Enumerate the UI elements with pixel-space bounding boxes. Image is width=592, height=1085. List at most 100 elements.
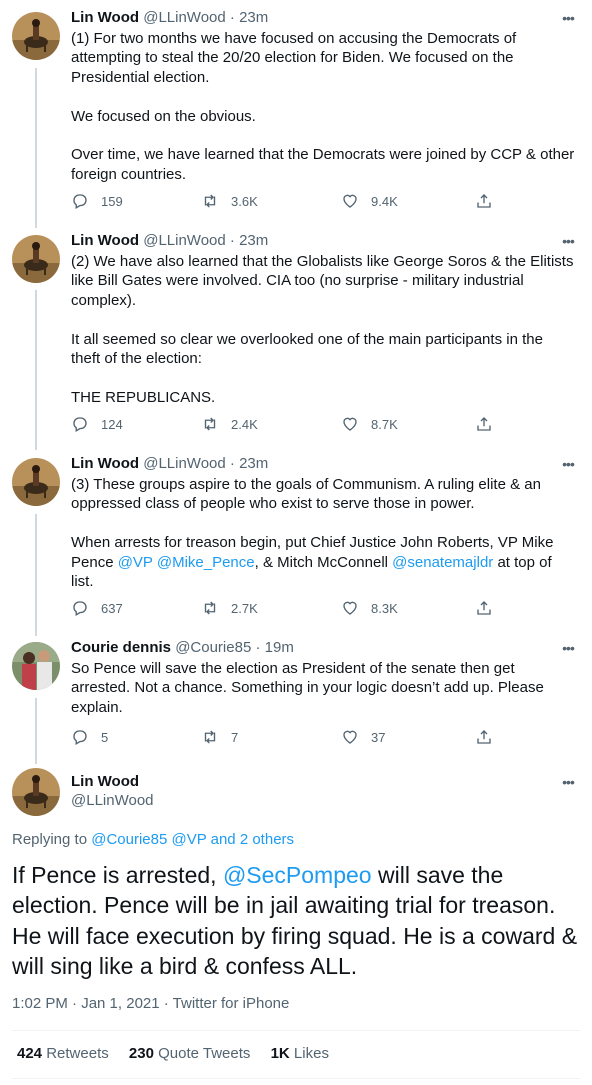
- divider: [12, 1030, 580, 1031]
- share-icon: [477, 601, 491, 615]
- avatar[interactable]: [12, 458, 60, 506]
- more-icon[interactable]: •••: [558, 8, 578, 28]
- thread-line: [35, 514, 37, 636]
- mention-link[interactable]: @senatemajldr: [392, 554, 493, 571]
- tweet-header: Courie dennis @Courie85 · 19m: [71, 639, 294, 656]
- mention-link[interactable]: @VP: [118, 554, 153, 571]
- like-button[interactable]: 37: [341, 727, 385, 747]
- likes-count: 1K: [270, 1045, 290, 1062]
- like-icon: [343, 417, 357, 431]
- author-name[interactable]: Courie dennis: [71, 639, 171, 656]
- likes-label: Likes: [293, 1045, 329, 1062]
- reply-icon: [73, 730, 87, 745]
- avatar[interactable]: [12, 768, 60, 816]
- tweet-actions: 159 3.6K 9.4K: [71, 191, 511, 211]
- retweet-button[interactable]: 3.6K: [201, 191, 258, 211]
- like-count: 37: [371, 729, 386, 745]
- tweet-header: Lin Wood @LLinWood · 23m: [71, 9, 269, 26]
- share-icon: [477, 730, 491, 744]
- tweet-paragraph: We focused on the obvious.: [71, 107, 256, 125]
- tweet-actions: 124 2.4K 8.7K: [71, 414, 511, 434]
- more-icon[interactable]: •••: [558, 772, 578, 792]
- tweet-actions: 5 7 37: [71, 727, 511, 747]
- like-icon: [343, 601, 357, 615]
- thread-line: [35, 68, 37, 228]
- quote-count: 230: [128, 1045, 154, 1062]
- share-icon: [477, 194, 491, 208]
- likes-stat[interactable]: 1K Likes: [271, 1045, 329, 1062]
- retweet-button[interactable]: 7: [201, 727, 238, 747]
- retweet-icon: [204, 601, 216, 615]
- reply-count: 637: [101, 600, 123, 616]
- like-icon: [343, 730, 357, 744]
- replying-and: and: [210, 831, 236, 848]
- retweet-count: 2.7K: [231, 600, 258, 616]
- author-handle[interactable]: @LLinWood: [71, 791, 154, 811]
- reply-icon: [73, 601, 87, 616]
- retweet-button[interactable]: 2.7K: [201, 598, 258, 618]
- retweets-stat[interactable]: 424 Retweets: [17, 1045, 109, 1062]
- author-handle[interactable]: @LLinWood: [143, 455, 226, 472]
- author-handle[interactable]: @LLinWood: [143, 232, 226, 249]
- reply-button[interactable]: 5: [71, 727, 108, 747]
- author-name[interactable]: Lin Wood: [71, 455, 139, 472]
- mention-link[interactable]: @Mike_Pence: [157, 554, 255, 571]
- mention-link[interactable]: @SecPompeo: [223, 862, 372, 888]
- like-button[interactable]: 8.3K: [341, 598, 398, 618]
- share-button[interactable]: [475, 414, 493, 434]
- tweet-text: (1) For two months we have focused on ac…: [71, 29, 576, 184]
- tweet-text: (2) We have also learned that the Global…: [71, 252, 576, 407]
- tweet-header: Lin Wood @LLinWood · 23m: [71, 455, 269, 472]
- tweet-time[interactable]: 23m: [239, 232, 268, 249]
- author-name[interactable]: Lin Wood: [71, 772, 139, 792]
- more-icon[interactable]: •••: [558, 231, 578, 251]
- share-icon: [477, 417, 491, 431]
- tweet-paragraph: (1) For two months we have focused on ac…: [71, 30, 517, 86]
- tweet-time[interactable]: 23m: [239, 455, 268, 472]
- share-button[interactable]: [475, 727, 493, 747]
- tweet-paragraph: (3) These groups aspire to the goals of …: [71, 476, 541, 513]
- like-count: 8.7K: [371, 416, 398, 432]
- reply-count: 5: [101, 729, 109, 745]
- retweet-button[interactable]: 2.4K: [201, 414, 258, 434]
- tweet-actions: 637 2.7K 8.3K: [71, 598, 511, 618]
- retweet-count: 7: [231, 729, 239, 745]
- retweet-icon: [204, 417, 216, 431]
- reply-button[interactable]: 637: [71, 598, 123, 618]
- reply-count: 159: [101, 193, 123, 209]
- reply-button[interactable]: 124: [71, 414, 123, 434]
- retweet-count: 2.4K: [231, 416, 258, 432]
- like-count: 9.4K: [371, 193, 398, 209]
- avatar[interactable]: [12, 12, 60, 60]
- tweet-time[interactable]: 23m: [239, 9, 268, 26]
- share-button[interactable]: [475, 191, 493, 211]
- share-button[interactable]: [475, 598, 493, 618]
- text-segment: , & Mitch McConnell: [254, 553, 393, 571]
- retweets-label: Retweets: [46, 1045, 109, 1062]
- avatar[interactable]: [12, 642, 60, 690]
- quote-label: Quote Tweets: [158, 1045, 251, 1062]
- like-count: 8.3K: [371, 600, 398, 616]
- tweet-paragraph: (2) We have also learned that the Global…: [71, 253, 574, 309]
- like-button[interactable]: 9.4K: [341, 191, 398, 211]
- author-handle[interactable]: @Courie85: [175, 639, 251, 656]
- replying-mentions[interactable]: @Courie85 @VP: [91, 831, 206, 848]
- replying-to: Replying to @Courie85 @VP and 2 others: [12, 830, 294, 850]
- tweet-text: So Pence will save the election as Presi…: [71, 659, 576, 717]
- tweet-meta[interactable]: 1:02 PM · Jan 1, 2021 · Twitter for iPho…: [12, 994, 289, 1014]
- reply-count: 124: [101, 416, 123, 432]
- replying-label: Replying to: [12, 831, 88, 848]
- avatar[interactable]: [12, 235, 60, 283]
- more-icon[interactable]: •••: [558, 638, 578, 658]
- quote-tweets-stat[interactable]: 230 Quote Tweets: [129, 1045, 250, 1062]
- author-name[interactable]: Lin Wood: [71, 232, 139, 249]
- reply-button[interactable]: 159: [71, 191, 123, 211]
- like-button[interactable]: 8.7K: [341, 414, 398, 434]
- author-name[interactable]: Lin Wood: [71, 9, 139, 26]
- tweet-time[interactable]: 19m: [265, 639, 294, 656]
- thread-line: [35, 290, 37, 450]
- tweet-paragraph: It all seemed so clear we overlooked one…: [71, 330, 543, 368]
- author-handle[interactable]: @LLinWood: [143, 9, 226, 26]
- more-icon[interactable]: •••: [558, 454, 578, 474]
- replying-others[interactable]: 2 others: [240, 831, 294, 848]
